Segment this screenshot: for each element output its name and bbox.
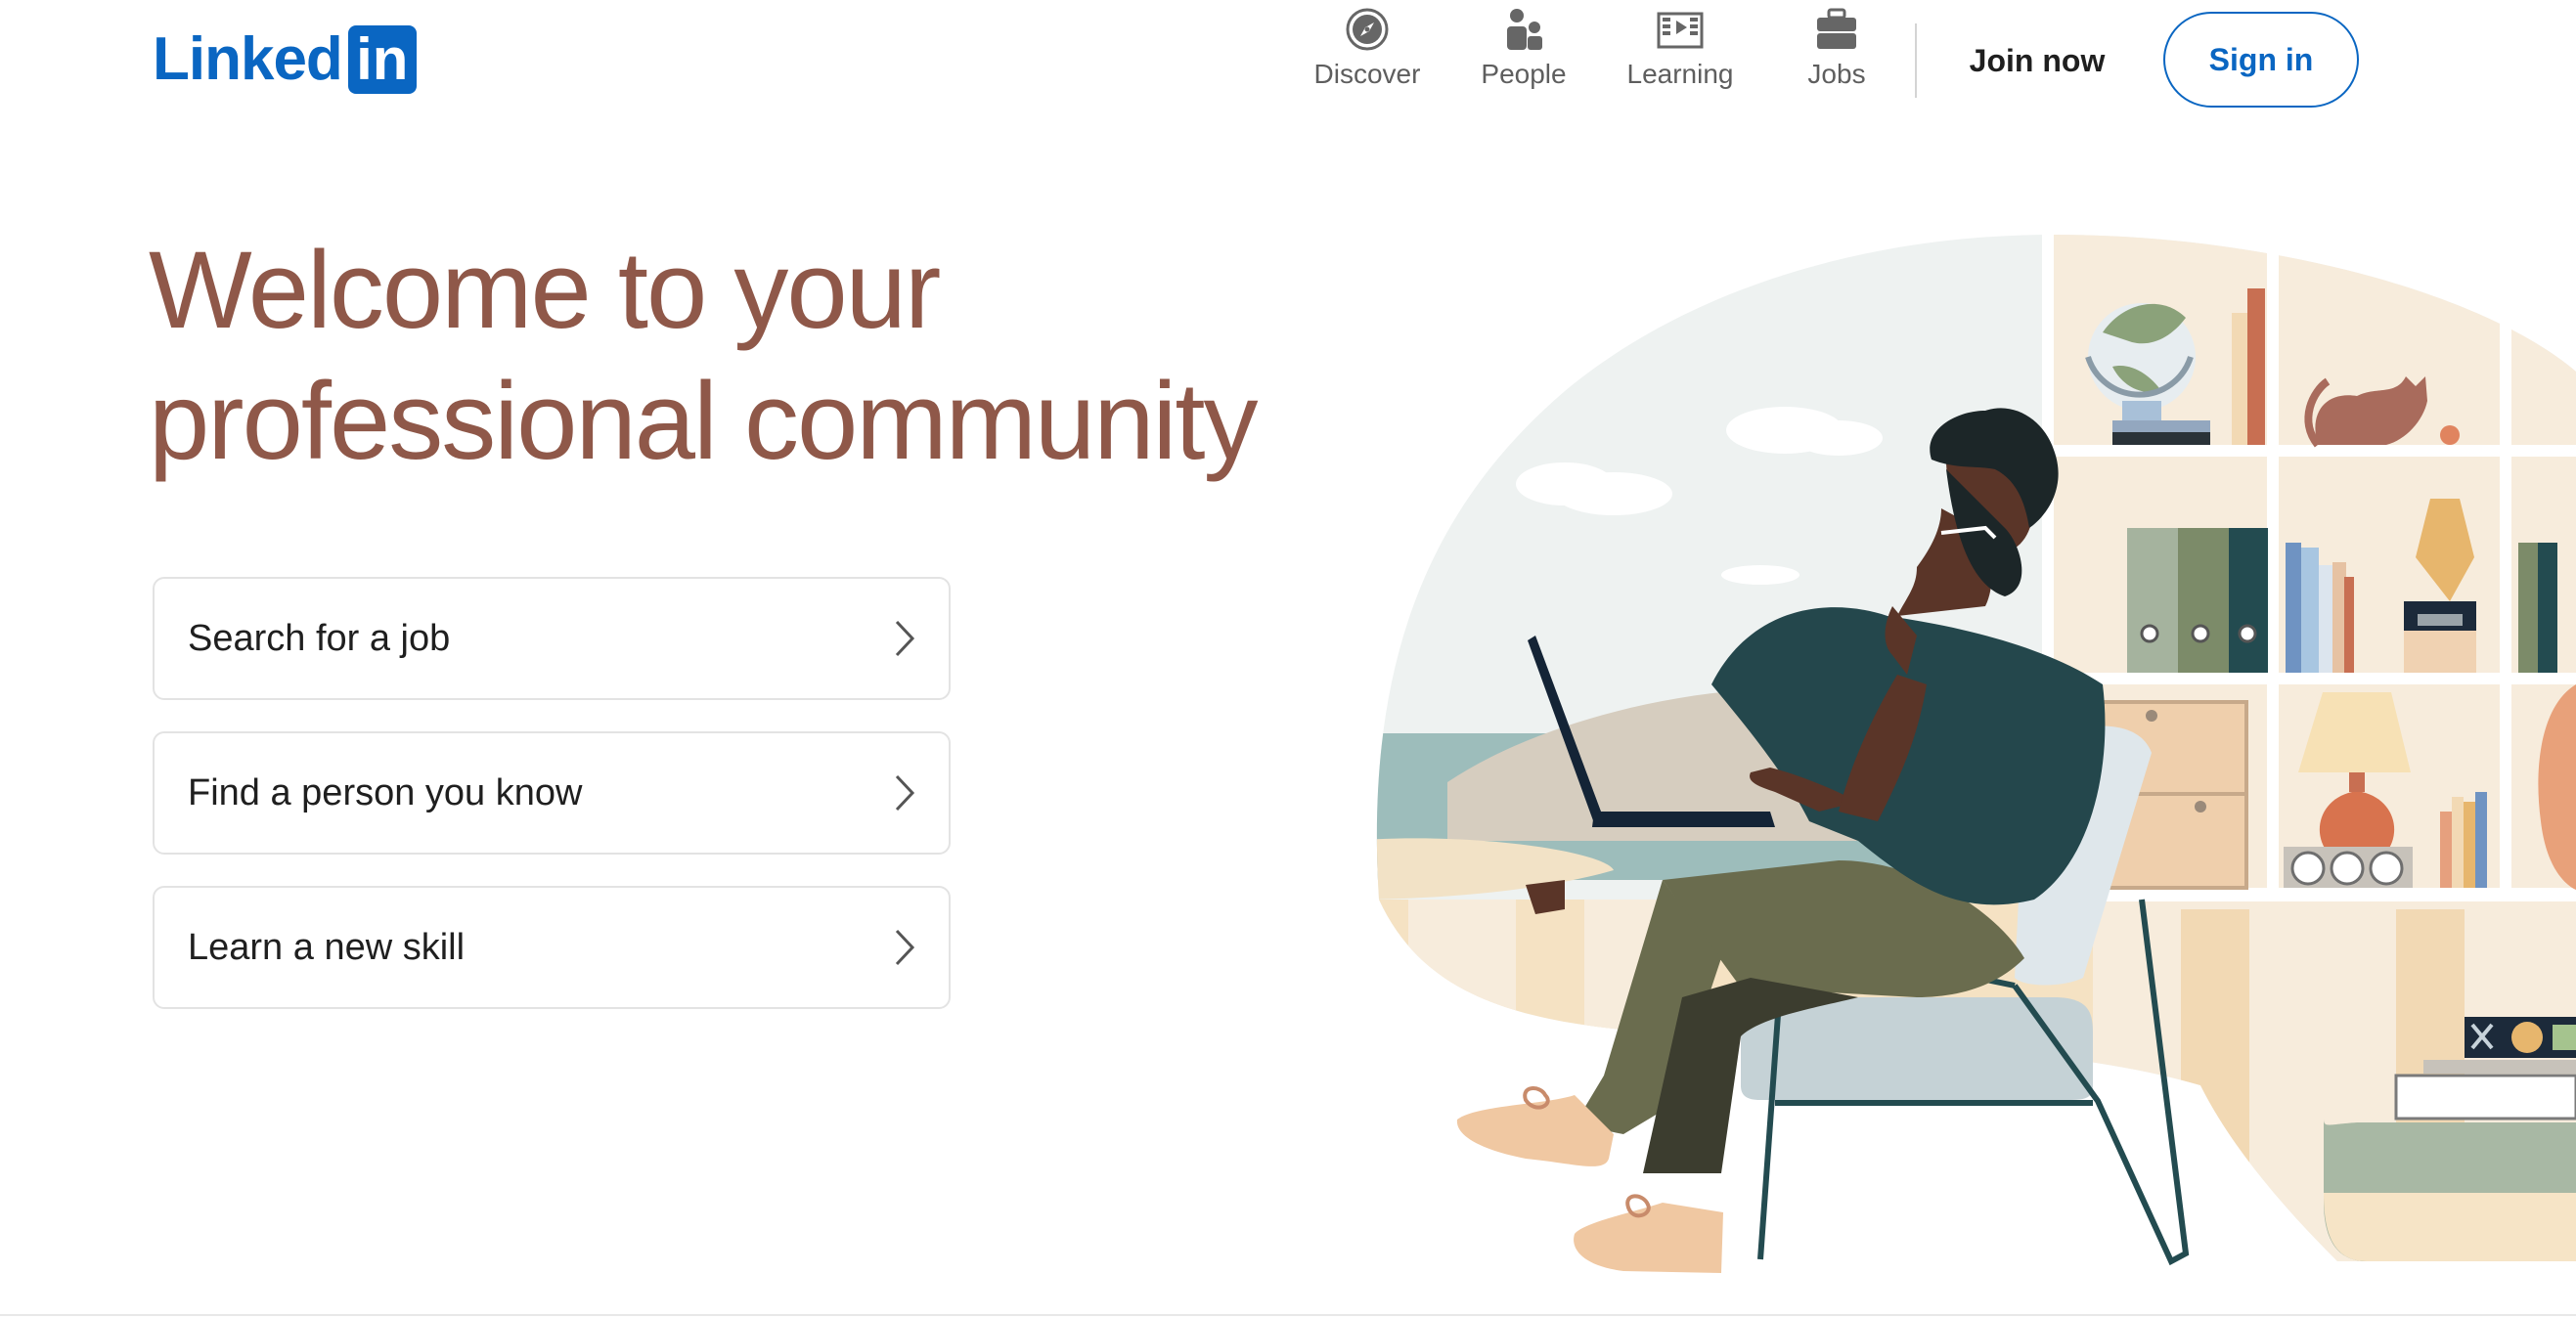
hero-illustration [1376,225,2576,1273]
nav-label-people: People [1481,59,1567,89]
hero-title-line-1: Welcome to your [149,229,941,351]
learn-skill-card[interactable]: Learn a new skill [153,886,951,1009]
chevron-right-icon [895,929,915,966]
search-job-label: Search for a job [188,617,451,659]
nav-item-learning[interactable]: Learning [1607,6,1754,90]
nav-item-people[interactable]: People [1450,6,1597,90]
learning-video-icon [1657,12,1704,49]
top-header: Linked in Discover People Learning Jobs … [0,0,2576,127]
logo-in-box: in [347,25,417,94]
logo-wordmark: Linked [153,25,343,93]
search-job-card[interactable]: Search for a job [153,577,951,700]
briefcase-icon [1817,8,1856,49]
compass-icon [1346,8,1389,51]
nav-label-learning: Learning [1626,59,1734,89]
nav-item-jobs[interactable]: Jobs [1763,6,1910,90]
nav-item-discover[interactable]: Discover [1294,6,1441,90]
footer-divider [0,1314,2576,1316]
find-person-label: Find a person you know [188,771,583,813]
find-person-card[interactable]: Find a person you know [153,731,951,855]
hero-title: Welcome to your professional community [149,225,1322,487]
people-icon [1507,9,1542,50]
hero-title-line-2: professional community [149,360,1259,482]
learn-skill-label: Learn a new skill [188,926,466,968]
nav-label-discover: Discover [1313,59,1421,89]
chevron-right-icon [895,620,915,657]
nav-divider [1915,23,1917,98]
chevron-right-icon [895,774,915,812]
sign-in-button[interactable]: Sign in [2163,12,2359,108]
nav-label-jobs: Jobs [1807,59,1866,89]
linkedin-logo[interactable]: Linked in [153,25,417,94]
join-now-button[interactable]: Join now [1946,23,2128,98]
